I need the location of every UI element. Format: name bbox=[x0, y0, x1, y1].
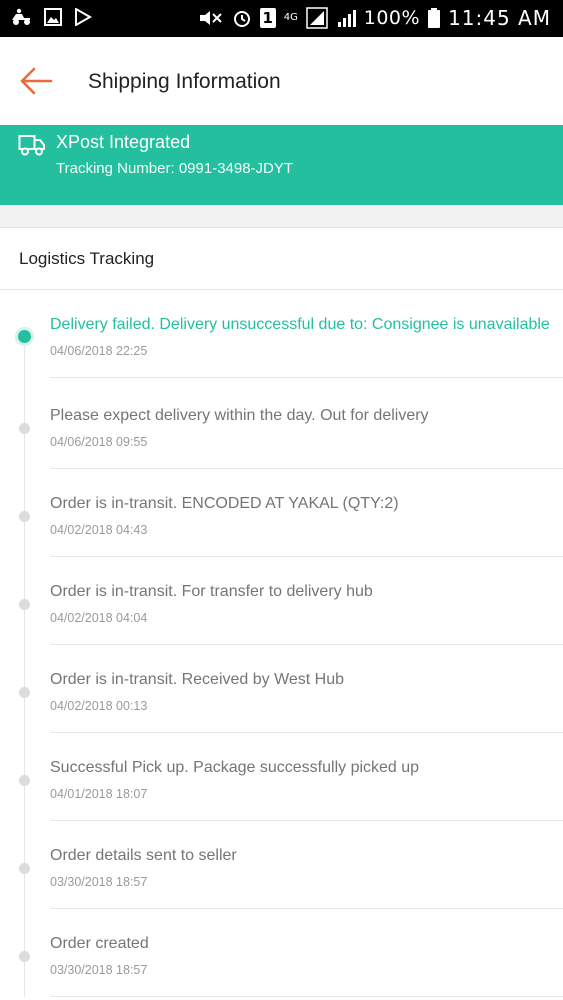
status-dot-icon bbox=[19, 599, 30, 610]
status-system-icons: 1 4G 100% 11:45 AM bbox=[198, 6, 551, 30]
divider bbox=[50, 377, 563, 378]
carrier-banner: XPost Integrated Tracking Number: 0991-3… bbox=[0, 125, 563, 205]
event-description: Successful Pick up. Package successfully… bbox=[50, 759, 420, 776]
status-dot-icon bbox=[19, 423, 30, 434]
signal-sim2-icon bbox=[337, 10, 356, 27]
page-title: Shipping Information bbox=[88, 70, 281, 93]
alarm-icon bbox=[233, 11, 250, 27]
status-bar: 1 4G 100% 11:45 AM bbox=[0, 0, 563, 37]
event-timestamp: 03/30/2018 18:57 bbox=[50, 875, 148, 889]
event-description: Order is in-transit. ENCODED AT YAKAL (Q… bbox=[50, 495, 399, 512]
status-dot-icon bbox=[19, 687, 30, 698]
arrow-left-icon bbox=[20, 67, 53, 95]
tracking-number-label: Tracking Number: bbox=[56, 160, 175, 177]
truck-icon bbox=[18, 135, 45, 156]
event-timestamp: 04/02/2018 04:04 bbox=[50, 611, 148, 625]
tracking-event: Please expect delivery within the day. O… bbox=[0, 381, 563, 469]
tracking-event: Delivery failed. Delivery unsuccessful d… bbox=[0, 290, 563, 378]
event-description: Please expect delivery within the day. O… bbox=[50, 407, 429, 424]
event-timestamp: 04/06/2018 09:55 bbox=[50, 435, 148, 449]
status-dot-icon bbox=[19, 511, 30, 522]
clock: 11:45 AM bbox=[448, 6, 551, 30]
tracking-event: Order details sent to seller 03/30/2018 … bbox=[0, 821, 563, 909]
section-spacer bbox=[0, 205, 563, 228]
app-header: Shipping Information bbox=[0, 37, 563, 125]
back-button[interactable] bbox=[18, 65, 54, 97]
status-dot-icon bbox=[19, 951, 30, 962]
tracking-timeline[interactable]: Delivery failed. Delivery unsuccessful d… bbox=[0, 290, 563, 1000]
signal-sim1-icon bbox=[305, 7, 328, 29]
tracking-event: Order created 03/30/2018 18:57 bbox=[0, 909, 563, 997]
event-description: Order created bbox=[50, 935, 149, 952]
logistics-tracking-header: Logistics Tracking bbox=[0, 228, 563, 290]
event-timestamp: 03/30/2018 18:57 bbox=[50, 963, 148, 977]
sim-slot-icon: 1 bbox=[259, 8, 276, 28]
tracking-number-line: Tracking Number: 0991-3498-JDYT bbox=[56, 160, 293, 177]
tracking-event: Successful Pick up. Package successfully… bbox=[0, 733, 563, 821]
event-description: Delivery failed. Delivery unsuccessful d… bbox=[50, 316, 550, 333]
gallery-icon bbox=[44, 8, 62, 26]
mute-icon bbox=[199, 11, 222, 25]
tracking-event: Order is in-transit. Received by West Hu… bbox=[0, 645, 563, 733]
status-dot-active-icon bbox=[18, 330, 31, 343]
event-timestamp: 04/06/2018 22:25 bbox=[50, 344, 148, 358]
tracking-event: Order is in-transit. For transfer to del… bbox=[0, 557, 563, 645]
event-timestamp: 04/02/2018 00:13 bbox=[50, 699, 148, 713]
tracking-number-value[interactable]: 0991-3498-JDYT bbox=[179, 160, 293, 177]
status-dot-icon bbox=[19, 863, 30, 874]
event-timestamp: 04/02/2018 04:43 bbox=[50, 523, 148, 537]
event-timestamp: 04/01/2018 18:07 bbox=[50, 787, 148, 801]
sim-slot-number: 1 bbox=[262, 9, 273, 27]
driver-app-icon bbox=[12, 8, 30, 25]
event-description: Order details sent to seller bbox=[50, 847, 237, 864]
tracking-event: Order is in-transit. ENCODED AT YAKAL (Q… bbox=[0, 469, 563, 557]
status-dot-icon bbox=[19, 775, 30, 786]
battery-icon bbox=[428, 8, 441, 28]
carrier-name: XPost Integrated bbox=[56, 132, 191, 152]
network-type: 4G bbox=[283, 12, 298, 23]
status-notification-icons bbox=[10, 8, 92, 26]
section-title: Logistics Tracking bbox=[19, 249, 155, 268]
event-description: Order is in-transit. Received by West Hu… bbox=[50, 671, 345, 688]
event-description: Order is in-transit. For transfer to del… bbox=[50, 583, 373, 600]
play-store-icon bbox=[75, 8, 92, 26]
battery-percent: 100% bbox=[363, 7, 421, 29]
divider bbox=[50, 996, 563, 997]
